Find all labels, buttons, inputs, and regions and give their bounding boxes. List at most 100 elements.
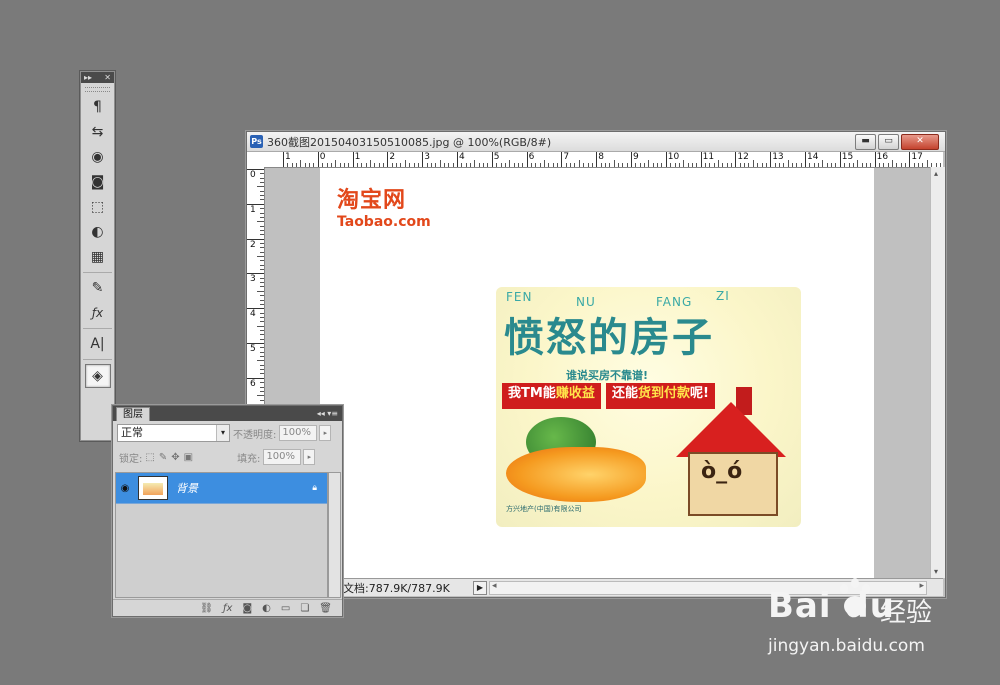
vertical-scrollbar[interactable]: ▴ ▾	[930, 167, 945, 578]
ruler-h-minor-tick	[343, 163, 345, 167]
transform-icon[interactable]: ⬚	[86, 196, 110, 218]
horizontal-ruler[interactable]: 1 0 1 2 3 4 5 6 7 8 9 10 11 12 13 14 15 16 17	[265, 152, 943, 168]
layers-footer: ⛓ ƒx ◙ ◐ ▭ ❏ 🗑︎	[113, 599, 342, 616]
ruler-h-minor-tick	[709, 163, 711, 167]
layer-list: ◉ 背景 🔒︎	[115, 472, 328, 598]
trash-icon[interactable]: 🗑︎	[319, 603, 332, 614]
adjustments-icon[interactable]: ◐	[86, 221, 110, 243]
paragraph-icon[interactable]: ¶	[86, 96, 110, 118]
ruler-h-minor-tick	[892, 160, 893, 167]
layer-row[interactable]: ◉ 背景 🔒︎	[116, 473, 327, 504]
ruler-h-tick	[491, 152, 493, 167]
ruler-h-minor-tick	[348, 163, 350, 167]
panel-menu-icon[interactable]: ◂◂ ▾≡	[317, 406, 342, 421]
status-menu-arrow-icon[interactable]: ▶	[473, 580, 487, 595]
mask-icon[interactable]: ◙	[86, 171, 110, 193]
character-icon[interactable]: A|	[86, 333, 110, 355]
scroll-left-icon[interactable]: ◂	[492, 581, 497, 591]
scroll-up-icon[interactable]: ▴	[934, 169, 938, 178]
layer-list-scrollbar[interactable]	[328, 472, 341, 598]
ruler-h-minor-tick	[865, 163, 867, 167]
3d-icon[interactable]: ◉	[86, 146, 110, 168]
ruler-h-tick	[387, 152, 389, 167]
lock-options: ⬚ ✎ ✥ ▣	[145, 452, 193, 463]
ruler-h-tick	[631, 152, 632, 167]
baidu-jingyan-watermark: Bai du 经验 jingyan.baidu.com	[768, 578, 998, 683]
scroll-down-icon[interactable]: ▾	[934, 567, 938, 576]
ruler-origin[interactable]	[247, 152, 266, 168]
restore-button[interactable]: ▭	[878, 133, 899, 150]
ruler-h-label: 0	[319, 152, 326, 162]
tab-layers[interactable]: 图层	[116, 407, 150, 421]
image-canvas[interactable]: 淘宝网 Taobao.com FEN NU FANG ZI 愤怒的房子 谁说买房…	[320, 168, 874, 578]
ruler-h-minor-tick	[783, 163, 785, 167]
expand-dock-icon[interactable]: ▸▸	[84, 72, 92, 83]
ruler-v-minor-tick	[260, 351, 264, 353]
ruler-v-minor-tick	[260, 269, 264, 271]
ruler-v-tick	[247, 169, 264, 170]
ruler-v-label: 5	[250, 344, 256, 354]
ruler-h-tick	[352, 152, 354, 167]
ruler-h-tick	[422, 152, 424, 167]
ruler-h-tick	[283, 152, 284, 167]
ruler-v-tick	[247, 308, 264, 310]
chevron-down-icon: ▾	[216, 425, 229, 441]
ruler-h-minor-tick	[535, 163, 537, 167]
ruler-h-minor-tick	[704, 163, 706, 167]
ruler-v-tick	[247, 238, 264, 240]
ruler-v-label: 1	[250, 204, 256, 215]
adjustment-icon[interactable]: ◐	[262, 603, 271, 614]
lock-transparency-icon[interactable]: ⬚	[145, 452, 154, 463]
layers-panel-header[interactable]: 图层 ◂◂ ▾≡	[113, 406, 342, 421]
layers-icon[interactable]: ◈	[84, 364, 111, 388]
fill-field[interactable]: 100%	[263, 449, 302, 465]
grid-icon[interactable]: ▦	[86, 246, 110, 268]
poster-banner-left: 我TM能赚收益	[502, 383, 601, 409]
opacity-slider-arrow-icon[interactable]: ▸	[319, 425, 332, 441]
lock-pixels-icon[interactable]: ✎	[159, 452, 167, 463]
ruler-h-minor-tick	[300, 160, 302, 167]
link-icon[interactable]: ⛓	[200, 603, 213, 614]
minimize-button[interactable]: ▬	[855, 133, 876, 150]
ruler-h-minor-tick	[774, 163, 776, 167]
ruler-h-label: 11	[702, 152, 715, 162]
close-dock-icon[interactable]: ✕	[104, 72, 111, 83]
mask-icon[interactable]: ◙	[242, 603, 252, 614]
dock-grip[interactable]	[85, 87, 110, 92]
ruler-h-minor-tick	[587, 163, 589, 167]
fx-icon[interactable]: ƒx	[86, 302, 110, 324]
blend-mode-select[interactable]: 正常 ▾	[117, 424, 230, 442]
ruler-v-minor-tick	[260, 386, 264, 388]
ruler-v-minor-tick	[260, 334, 264, 336]
lock-position-icon[interactable]: ✥	[171, 452, 179, 463]
clone-source-icon[interactable]: ⇆	[86, 121, 110, 143]
ruler-h-minor-tick	[417, 163, 419, 167]
eye-icon[interactable]: ◉	[116, 483, 134, 494]
new-layer-icon[interactable]: ❏	[300, 603, 309, 614]
ruler-h-tick	[526, 152, 528, 167]
lock-all-icon[interactable]: ▣	[184, 452, 193, 463]
close-button[interactable]: ✕	[901, 133, 939, 150]
baidu-brand: Bai du	[768, 586, 895, 626]
ruler-v-minor-tick	[260, 251, 264, 253]
ruler-h-minor-tick	[648, 160, 650, 167]
ruler-h-minor-tick	[409, 163, 411, 167]
ruler-h-minor-tick	[870, 163, 872, 167]
document-titlebar[interactable]: Ps 360截图20150403150510085.jpg @ 100%(RGB…	[247, 132, 945, 152]
folder-icon[interactable]: ▭	[281, 603, 290, 614]
ruler-h-minor-tick	[322, 163, 324, 167]
ruler-h-tick	[839, 152, 841, 167]
angry-house-illustration: ò_ó	[666, 387, 786, 517]
ruler-h-label: 14	[807, 152, 819, 162]
ruler-h-minor-tick	[787, 160, 789, 167]
blend-mode-value: 正常	[121, 426, 143, 439]
ruler-v-minor-tick	[260, 347, 264, 349]
ruler-h-minor-tick	[661, 163, 663, 167]
opacity-field[interactable]: 100%	[279, 425, 318, 441]
fill-slider-arrow-icon[interactable]: ▸	[303, 449, 316, 465]
fx-icon[interactable]: ƒx	[223, 603, 232, 614]
ruler-h-minor-tick	[852, 163, 854, 167]
styles-icon[interactable]: ✎	[86, 277, 110, 299]
ruler-v-label: 3	[250, 274, 256, 285]
ruler-v-minor-tick	[260, 321, 264, 323]
